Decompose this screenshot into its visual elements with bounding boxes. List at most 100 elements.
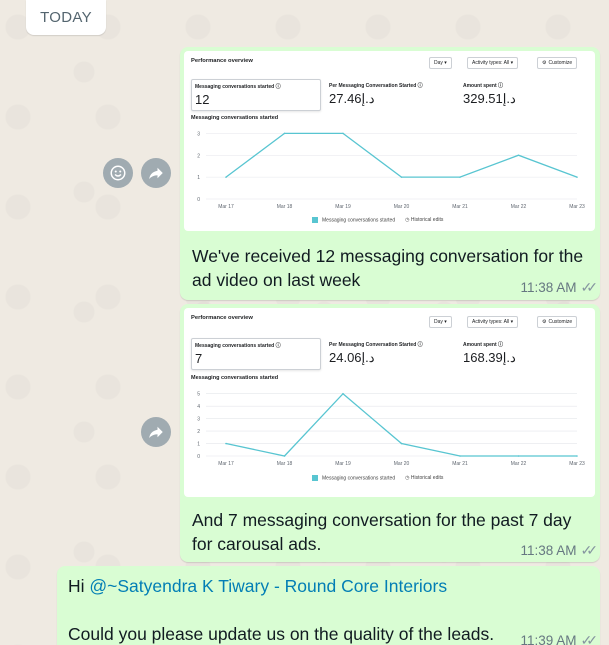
line-chart: 0 1 2 3 Mar 17 Mar 18 Mar 19 Mar 20 Mar 21 Mar 22… bbox=[197, 131, 585, 210]
metric-value: 12 bbox=[195, 92, 210, 107]
metric-cost-per: Per Messaging Conversation Started ⓘ 24.… bbox=[326, 338, 456, 370]
metric-label: Amount spent ⓘ bbox=[463, 342, 503, 348]
mention-link[interactable]: @~Satyendra K Tiwary - Round Core Interi… bbox=[89, 576, 447, 596]
forward-button[interactable] bbox=[141, 158, 171, 188]
greeting-text: Hi bbox=[68, 576, 90, 596]
metric-amount-spent: Amount spent ⓘ 329.51د.إ bbox=[460, 79, 590, 111]
y-tick-label: 5 bbox=[197, 392, 200, 398]
y-tick-label: 2 bbox=[197, 153, 200, 159]
chart-title: Messaging conversations started bbox=[191, 115, 279, 121]
metric-cost-per: Per Messaging Conversation Started ⓘ 27.… bbox=[326, 79, 456, 111]
message-meta: 11:39 AM ✓✓ bbox=[520, 632, 599, 645]
data-point bbox=[342, 392, 344, 395]
text-message[interactable]: Hi @~Satyendra K Tiwary - Round Core Int… bbox=[57, 566, 600, 645]
y-tick-label: 1 bbox=[197, 175, 200, 181]
metric-value: 168.39د.إ bbox=[463, 350, 516, 365]
message-meta: 11:38 AM ✓✓ bbox=[520, 279, 598, 296]
metric-label: Messaging conversations started ⓘ bbox=[195, 343, 281, 349]
metric-label: Messaging conversations started ⓘ bbox=[195, 84, 281, 90]
metric-label: Per Messaging Conversation Started ⓘ bbox=[329, 342, 423, 348]
legend-label: Historical edits bbox=[410, 475, 444, 482]
image-message[interactable]: Performance overview Day ▾ Activity type… bbox=[180, 304, 600, 562]
data-point bbox=[342, 132, 344, 135]
y-tick-label: 0 bbox=[197, 454, 200, 460]
y-tick-label: 0 bbox=[197, 197, 200, 203]
x-tick-label: Mar 18 bbox=[277, 204, 293, 210]
x-tick-label: Mar 22 bbox=[511, 461, 527, 467]
y-tick-label: 1 bbox=[197, 442, 200, 448]
customize-label: Customize bbox=[548, 60, 573, 66]
double-check-icon: ✓✓ bbox=[580, 632, 599, 645]
activity-dropdown: Activity types: All ▾ bbox=[467, 316, 519, 328]
metric-label: Amount spent ⓘ bbox=[463, 83, 503, 89]
data-point bbox=[400, 442, 403, 445]
x-tick-label: Mar 21 bbox=[452, 461, 468, 467]
chart-legend: Messaging conversations started ◷ Histor… bbox=[312, 217, 443, 223]
legend-label: Messaging conversations started bbox=[322, 217, 396, 224]
legend-label: Historical edits bbox=[410, 217, 444, 224]
card-title: Performance overview bbox=[191, 58, 253, 64]
y-tick-label: 3 bbox=[197, 417, 200, 423]
performance-screenshot[interactable]: Performance overview Day ▾ Activity type… bbox=[184, 51, 595, 231]
legend-item-edits: ◷ Historical edits bbox=[405, 217, 443, 223]
y-tick-label: 3 bbox=[197, 131, 200, 137]
x-tick-label: Mar 23 bbox=[569, 461, 585, 467]
data-point bbox=[400, 176, 403, 178]
gear-icon: ⚙ bbox=[542, 60, 547, 66]
legend-item-edits: ◷ Historical edits bbox=[405, 475, 443, 481]
customize-button: ⚙ Customize bbox=[537, 57, 578, 69]
x-tick-label: Mar 21 bbox=[452, 204, 468, 210]
image-message[interactable]: Performance overview Day ▾ Activity type… bbox=[180, 47, 600, 300]
x-tick-label: Mar 20 bbox=[394, 204, 410, 210]
forward-icon bbox=[149, 167, 163, 179]
legend-swatch bbox=[312, 217, 318, 223]
data-point bbox=[576, 176, 578, 178]
performance-screenshot[interactable]: Performance overview Day ▾ Activity type… bbox=[184, 308, 595, 497]
gear-icon: ⚙ bbox=[542, 319, 547, 325]
x-tick-label: Mar 18 bbox=[277, 461, 293, 467]
activity-dropdown: Activity types: All ▾ bbox=[467, 57, 519, 69]
customize-button: ⚙ Customize bbox=[537, 316, 578, 328]
data-point bbox=[517, 154, 520, 157]
metric-conversations: Messaging conversations started ⓘ 7 bbox=[191, 338, 321, 370]
data-point bbox=[517, 455, 520, 457]
chart-title: Messaging conversations started bbox=[191, 375, 279, 381]
metric-value: 7 bbox=[195, 351, 203, 366]
date-chip: TODAY bbox=[26, 0, 106, 35]
data-point bbox=[283, 455, 286, 457]
customize-label: Customize bbox=[548, 319, 573, 325]
x-tick-label: Mar 19 bbox=[335, 204, 351, 210]
message-first-line: Hi @~Satyendra K Tiwary - Round Core Int… bbox=[68, 574, 588, 598]
legend-swatch bbox=[312, 475, 318, 481]
y-tick-label: 2 bbox=[197, 429, 200, 435]
data-point bbox=[225, 442, 227, 445]
message-time: 11:38 AM bbox=[520, 280, 577, 295]
legend-item-series: Messaging conversations started bbox=[312, 217, 395, 223]
reaction-button[interactable] bbox=[103, 158, 133, 188]
legend-item-series: Messaging conversations started bbox=[312, 475, 395, 481]
forward-icon bbox=[149, 426, 163, 438]
performance-card: Performance overview Day ▾ Activity type… bbox=[184, 51, 595, 231]
x-tick-label: Mar 23 bbox=[569, 204, 585, 210]
data-point bbox=[576, 455, 578, 457]
data-point bbox=[225, 176, 227, 178]
emoji-icon bbox=[110, 165, 126, 181]
metric-conversations: Messaging conversations started ⓘ 12 bbox=[191, 79, 321, 111]
x-tick-label: Mar 17 bbox=[218, 204, 234, 210]
data-point bbox=[459, 176, 461, 178]
forward-button[interactable] bbox=[141, 417, 171, 447]
message-time: 11:38 AM bbox=[520, 543, 577, 558]
x-tick-label: Mar 20 bbox=[394, 461, 410, 467]
card-title: Performance overview bbox=[191, 315, 253, 321]
message-time: 11:39 AM bbox=[520, 633, 577, 645]
metric-value: 24.06د.إ bbox=[329, 350, 375, 365]
day-dropdown: Day ▾ bbox=[429, 57, 452, 69]
legend-label: Messaging conversations started bbox=[322, 475, 396, 482]
series-line bbox=[225, 392, 577, 457]
metric-amount-spent: Amount spent ⓘ 168.39د.إ bbox=[460, 338, 590, 370]
x-tick-label: Mar 17 bbox=[218, 461, 234, 467]
chart-legend: Messaging conversations started ◷ Histor… bbox=[312, 475, 443, 481]
data-point bbox=[459, 455, 461, 457]
performance-card: Performance overview Day ▾ Activity type… bbox=[184, 308, 595, 497]
metric-value: 27.46د.إ bbox=[329, 91, 375, 106]
